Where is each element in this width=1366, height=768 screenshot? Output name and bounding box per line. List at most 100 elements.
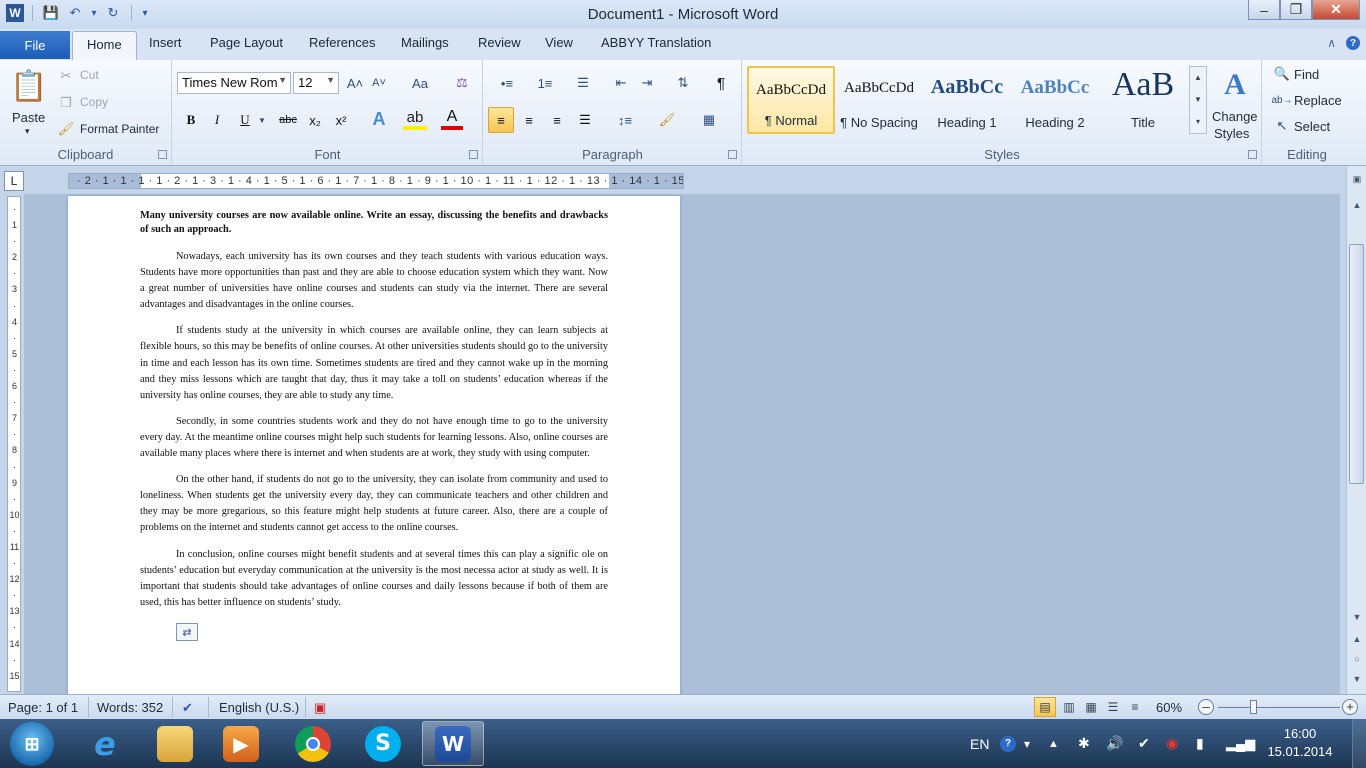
tray-language-chevron-icon[interactable]: ▾ — [1024, 719, 1030, 768]
maximize-button[interactable]: ❐ — [1280, 0, 1312, 20]
scroll-down-icon[interactable]: ▼ — [1349, 612, 1365, 622]
bluetooth-icon[interactable]: ✱ — [1078, 719, 1090, 768]
numbering-icon[interactable]: 1≡ — [530, 72, 560, 94]
change-case-button[interactable]: Aa — [405, 74, 435, 92]
previous-page-icon[interactable]: ▲ — [1349, 634, 1365, 644]
show-hidden-icons[interactable]: ▲ — [1048, 719, 1059, 768]
paragraph-1[interactable]: Nowadays, each university has its own co… — [140, 249, 608, 313]
bullets-icon[interactable]: •≡ — [492, 72, 522, 94]
taskbar-explorer[interactable] — [144, 721, 206, 766]
word-count[interactable]: Words: 352 — [97, 700, 163, 715]
tab-file[interactable]: File — [0, 31, 70, 59]
scroll-thumb[interactable] — [1349, 244, 1364, 484]
volume-icon[interactable]: 🔊 — [1106, 719, 1123, 768]
copy-button[interactable]: Copy — [80, 95, 108, 109]
taskbar-internet-explorer[interactable]: e — [74, 721, 136, 766]
tray-action-icon[interactable]: ✔ — [1138, 719, 1150, 768]
line-spacing-icon[interactable]: ↕≡ — [610, 107, 640, 133]
taskbar-skype[interactable]: S — [352, 721, 414, 766]
tab-insert[interactable]: Insert — [149, 35, 182, 50]
page-count[interactable]: Page: 1 of 1 — [8, 700, 78, 715]
select-button[interactable]: Select — [1294, 119, 1330, 134]
font-dialog-launcher[interactable] — [469, 150, 478, 159]
replace-button[interactable]: Replace — [1294, 93, 1342, 108]
align-right-icon[interactable]: ≡ — [544, 107, 570, 133]
align-left-icon[interactable]: ≡ — [488, 107, 514, 133]
view-ruler-icon[interactable]: ▣ — [1349, 174, 1365, 185]
font-color-icon[interactable]: A — [441, 108, 463, 130]
change-styles-icon[interactable]: A — [1218, 68, 1252, 102]
bold-button[interactable]: B — [181, 110, 201, 130]
help-icon[interactable]: ? — [1346, 36, 1360, 50]
style-title[interactable]: AaB Title — [1099, 66, 1187, 134]
styles-dialog-launcher[interactable] — [1248, 150, 1257, 159]
web-layout-icon[interactable]: ▦ — [1080, 697, 1102, 717]
taskbar-media-player[interactable]: ▶ — [210, 721, 272, 766]
sort-icon[interactable]: ⇅ — [672, 72, 694, 94]
next-page-icon[interactable]: ▼ — [1349, 674, 1365, 684]
full-screen-reading-icon[interactable]: ▥ — [1058, 697, 1080, 717]
minimize-ribbon-icon[interactable]: ∧ — [1327, 36, 1336, 50]
outline-icon[interactable]: ☰ — [1102, 697, 1124, 717]
strikethrough-button[interactable]: abc — [275, 110, 301, 130]
zoom-slider-thumb[interactable] — [1250, 700, 1257, 714]
style-normal[interactable]: AaBbCcDd ¶ Normal — [747, 66, 835, 134]
tab-selector[interactable]: L — [4, 171, 24, 191]
tab-mailings[interactable]: Mailings — [401, 35, 449, 50]
tray-app-icon[interactable]: ◉ — [1166, 719, 1178, 768]
change-styles-label-2[interactable]: Styles — [1214, 126, 1249, 141]
style-heading-1[interactable]: AaBbCc Heading 1 — [923, 66, 1011, 134]
superscript-button[interactable]: x² — [331, 110, 351, 130]
underline-dropdown-icon[interactable]: ▼ — [257, 110, 267, 130]
page[interactable]: Many university courses are now availabl… — [68, 196, 680, 694]
italic-button[interactable]: I — [207, 110, 227, 130]
text-highlight-icon[interactable]: ab — [403, 108, 427, 130]
page-content[interactable]: Many university courses are now availabl… — [140, 209, 608, 621]
increase-indent-icon[interactable]: ⇥ — [636, 72, 658, 94]
subscript-button[interactable]: x₂ — [305, 110, 325, 130]
tab-review[interactable]: Review — [478, 35, 521, 50]
taskbar-word[interactable]: W — [422, 721, 484, 766]
tab-home[interactable]: Home — [72, 31, 137, 60]
vertical-scrollbar[interactable]: ▣ ▲ ▼ ▲ ○ ▼ — [1346, 166, 1366, 694]
minimize-button[interactable]: – — [1248, 0, 1280, 20]
paragraph-5[interactable]: In conclusion, online courses might bene… — [140, 547, 608, 611]
zoom-out-button[interactable]: – — [1198, 699, 1214, 715]
paragraph-2[interactable]: If students study at the university in w… — [140, 323, 608, 403]
proofing-icon[interactable]: ✔ — [182, 700, 193, 716]
horizontal-ruler[interactable]: · 2 · 1 · 1 · 1 · 1 · 2 · 1 · 3 · 1 · 4 … — [68, 173, 684, 189]
paste-icon[interactable]: 📋 — [10, 66, 47, 106]
zoom-in-button[interactable]: + — [1342, 699, 1358, 715]
macro-recording-icon[interactable]: ▣ — [314, 700, 326, 716]
multilevel-list-icon[interactable]: ☰ — [568, 72, 598, 94]
font-size-combo[interactable]: 12 ▼ — [293, 72, 339, 94]
paragraph-3[interactable]: Secondly, in some countries students wor… — [140, 414, 608, 462]
font-name-combo[interactable]: Times New Roman ▼ — [177, 72, 291, 94]
styles-scroll[interactable]: ▲ ▼ ▾ — [1189, 66, 1207, 134]
start-button[interactable]: ⊞ — [10, 722, 54, 766]
network-signal-icon[interactable]: ▂▄▆ — [1226, 719, 1255, 768]
paragraph-dialog-launcher[interactable] — [728, 150, 737, 159]
shrink-font-button[interactable]: A˅ — [369, 74, 389, 92]
format-painter-button[interactable]: Format Painter — [80, 122, 159, 136]
borders-icon[interactable]: ▦ — [694, 107, 724, 133]
autocorrect-options-icon[interactable]: ⇄ — [176, 623, 198, 641]
justify-icon[interactable]: ☰ — [572, 107, 598, 133]
text-effects-icon[interactable]: A — [367, 108, 391, 130]
scroll-up-icon[interactable]: ▲ — [1349, 200, 1365, 210]
find-button[interactable]: Find — [1294, 67, 1319, 82]
essay-prompt[interactable]: Many university courses are now availabl… — [140, 209, 608, 237]
document-area[interactable]: Many university courses are now availabl… — [24, 194, 1340, 694]
show-formatting-marks-button[interactable]: ¶ — [710, 72, 732, 94]
clipboard-dialog-launcher[interactable] — [158, 150, 167, 159]
align-center-icon[interactable]: ≡ — [516, 107, 542, 133]
paste-button[interactable]: Paste — [12, 110, 45, 125]
language[interactable]: English (U.S.) — [219, 700, 299, 715]
zoom-level[interactable]: 60% — [1156, 700, 1182, 715]
style-heading-2[interactable]: AaBbCc Heading 2 — [1011, 66, 1099, 134]
style-no-spacing[interactable]: AaBbCcDd ¶ No Spacing — [835, 66, 923, 134]
power-icon[interactable]: ▮ — [1196, 719, 1204, 768]
grow-font-button[interactable]: A˄ — [345, 74, 365, 92]
tab-references[interactable]: References — [309, 35, 375, 50]
tray-help-icon[interactable]: ? — [1000, 719, 1016, 768]
